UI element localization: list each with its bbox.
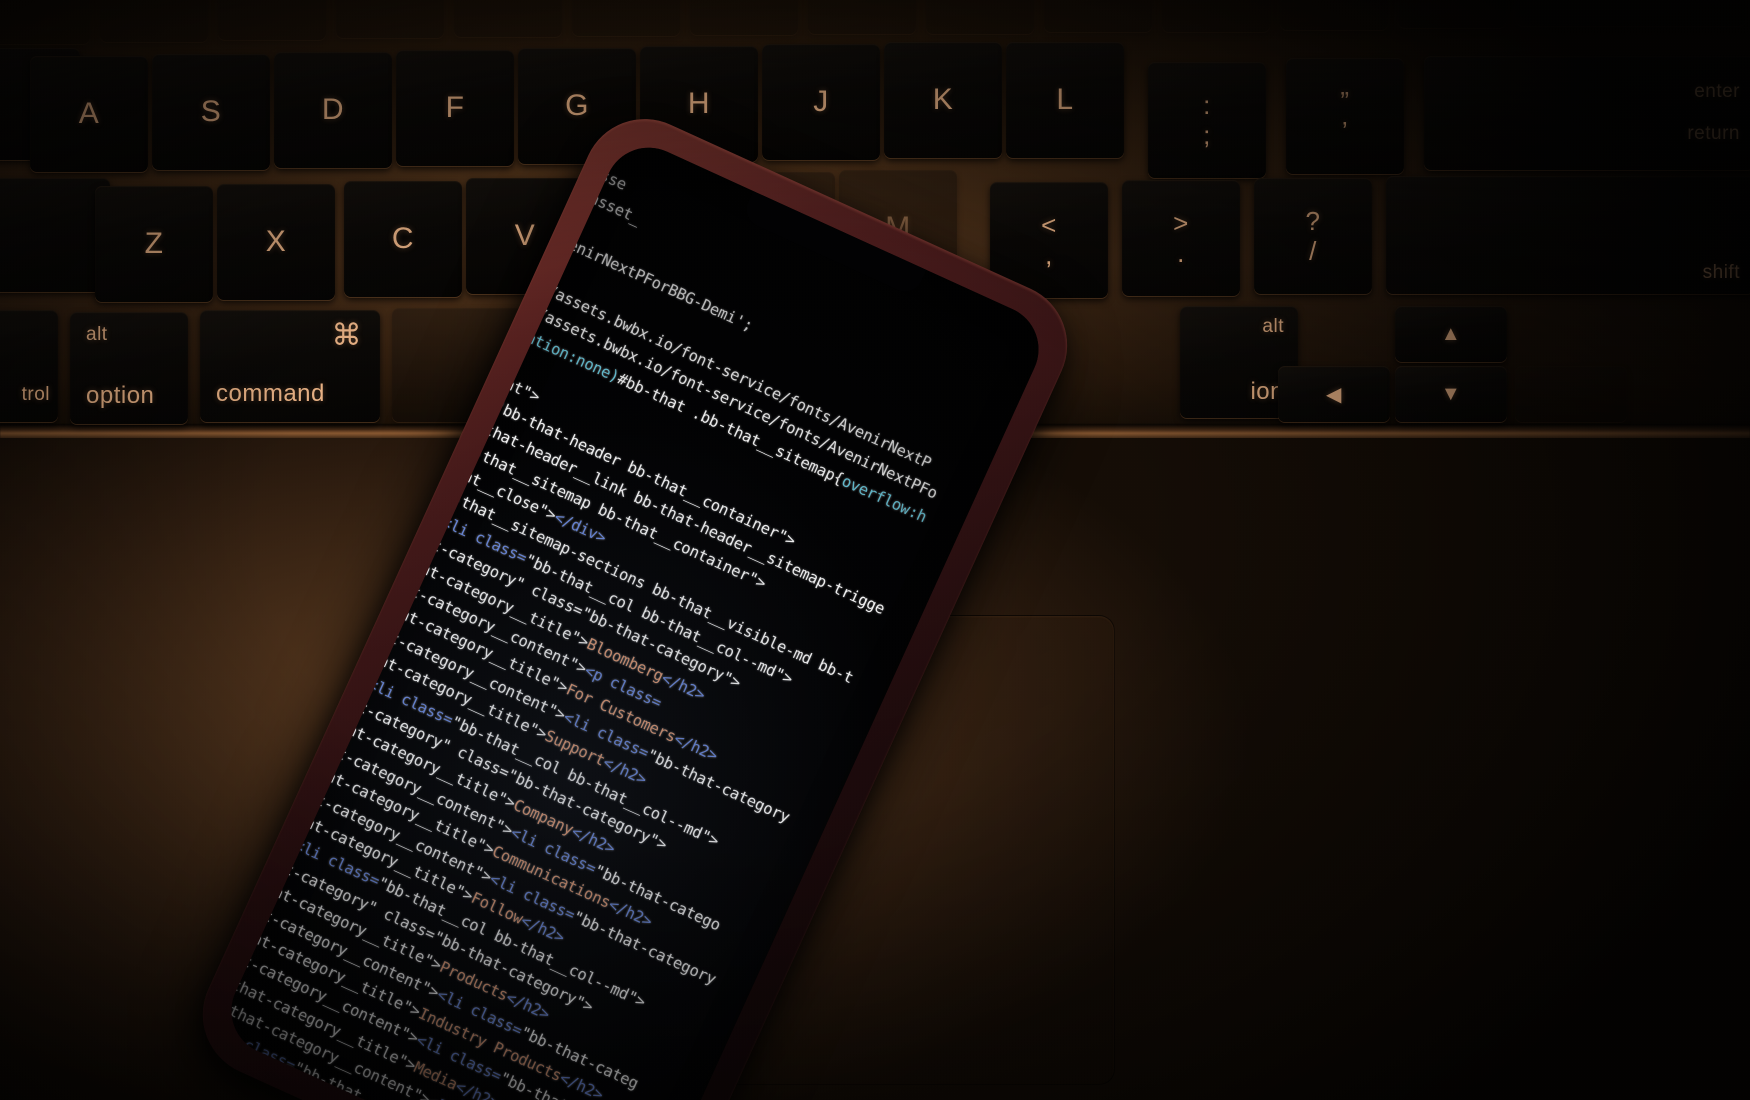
key-h-label: H bbox=[687, 87, 711, 120]
key-partial-top-5[interactable] bbox=[454, 0, 562, 37]
key-c[interactable]: C bbox=[344, 181, 462, 297]
key-shift-right-label: shift bbox=[1702, 262, 1740, 283]
key-control[interactable]: trol bbox=[0, 310, 58, 422]
key-d-label: D bbox=[321, 93, 345, 126]
key-partial-top-7[interactable] bbox=[690, 0, 798, 35]
key-return-label: return bbox=[1687, 123, 1740, 144]
key-comma-top-label: < bbox=[1041, 210, 1057, 240]
key-period[interactable]: > . bbox=[1122, 180, 1240, 296]
key-alt-label-right: alt bbox=[1262, 316, 1284, 337]
key-quote[interactable]: ” ’ bbox=[1286, 58, 1404, 174]
key-arrow-right[interactable] bbox=[1515, 366, 1627, 422]
key-k-label: K bbox=[932, 83, 954, 116]
key-f-label: F bbox=[445, 91, 465, 124]
key-partial-top-9[interactable] bbox=[926, 0, 1034, 34]
key-enter-label: enter bbox=[1694, 81, 1740, 102]
key-l[interactable]: L bbox=[1006, 42, 1124, 158]
key-partial-top-8[interactable] bbox=[808, 0, 916, 34]
key-partial-top-12[interactable] bbox=[1280, 0, 1388, 30]
key-k[interactable]: K bbox=[884, 42, 1002, 158]
key-slash[interactable]: ? / bbox=[1254, 178, 1372, 294]
key-control-label: trol bbox=[21, 384, 50, 405]
key-a-label: A bbox=[78, 97, 100, 130]
key-partial-top-13[interactable] bbox=[1398, 0, 1506, 28]
key-command-left[interactable]: ⌘ command bbox=[200, 310, 380, 422]
key-option-left[interactable]: alt option bbox=[70, 312, 188, 424]
key-quote-bottom-label: ’ bbox=[1341, 116, 1349, 146]
key-comma-bottom-label: , bbox=[1045, 240, 1053, 270]
key-arrow-left[interactable]: ◀ bbox=[1278, 366, 1390, 422]
key-partial-top-1[interactable] bbox=[0, 0, 90, 44]
key-shift-left[interactable] bbox=[0, 178, 110, 292]
key-x[interactable]: X bbox=[217, 184, 335, 300]
key-semicolon-bottom-label: ; bbox=[1203, 120, 1211, 150]
key-shift-right[interactable]: shift bbox=[1386, 176, 1750, 294]
key-f[interactable]: F bbox=[396, 50, 514, 166]
key-c-label: C bbox=[391, 222, 415, 255]
key-d[interactable]: D bbox=[274, 52, 392, 168]
key-partial-top-10[interactable] bbox=[1044, 0, 1152, 32]
arrow-left-icon: ◀ bbox=[1326, 383, 1342, 406]
key-a[interactable]: A bbox=[30, 56, 148, 172]
key-partial-top-6[interactable] bbox=[572, 0, 680, 36]
key-period-top-label: > bbox=[1173, 208, 1189, 238]
key-partial-top-11[interactable] bbox=[1162, 0, 1270, 32]
arrow-up-icon: ▲ bbox=[1440, 322, 1462, 345]
key-arrow-up[interactable]: ▲ bbox=[1395, 306, 1507, 362]
key-slash-top-label: ? bbox=[1305, 206, 1321, 236]
key-command-label-left: command bbox=[216, 380, 325, 407]
key-quote-top-label: ” bbox=[1340, 86, 1350, 116]
key-partial-top-4[interactable] bbox=[336, 0, 444, 38]
key-semicolon[interactable]: : ; bbox=[1148, 62, 1266, 178]
command-icon: ⌘ bbox=[331, 319, 362, 352]
key-s[interactable]: S bbox=[152, 54, 270, 170]
key-g-label: G bbox=[565, 89, 589, 122]
key-j-label: J bbox=[813, 85, 829, 118]
photo-scene: A S D F G H J K L : ; ” ’ enter return Z… bbox=[0, 0, 1750, 1100]
key-s-label: S bbox=[200, 95, 222, 128]
key-period-bottom-label: . bbox=[1177, 238, 1185, 268]
key-option-label-left: option bbox=[86, 382, 155, 409]
key-z[interactable]: Z bbox=[95, 186, 213, 302]
key-partial-top-14[interactable] bbox=[1516, 0, 1746, 26]
key-z-label: Z bbox=[144, 227, 164, 260]
key-alt-label-left: alt bbox=[86, 324, 108, 345]
key-partial-top-2[interactable] bbox=[100, 0, 208, 42]
arrow-down-icon: ▼ bbox=[1440, 382, 1462, 405]
key-l-label: L bbox=[1056, 83, 1074, 116]
key-j[interactable]: J bbox=[762, 44, 880, 160]
key-x-label: X bbox=[265, 225, 287, 258]
key-semicolon-top-label: : bbox=[1203, 90, 1211, 120]
key-partial-top-3[interactable] bbox=[218, 0, 326, 40]
key-arrow-down[interactable]: ▼ bbox=[1395, 366, 1507, 422]
key-v-label: V bbox=[514, 219, 536, 252]
key-slash-bottom-label: / bbox=[1309, 236, 1317, 266]
key-return[interactable]: enter return bbox=[1424, 56, 1750, 170]
